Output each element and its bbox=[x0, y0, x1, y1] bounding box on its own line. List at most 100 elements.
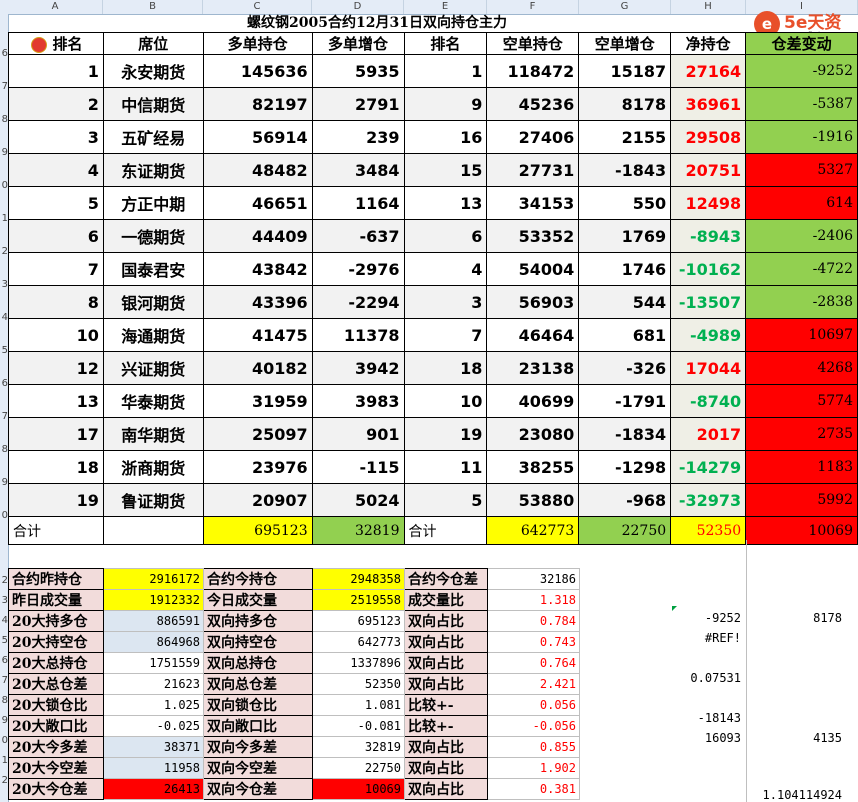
cell-short-chg[interactable]: -326 bbox=[578, 351, 672, 385]
summary-value[interactable]: 22750 bbox=[312, 757, 405, 779]
header-cell-short-pos[interactable]: 空单持仓 bbox=[486, 32, 580, 55]
cell-long-pos[interactable]: 40182 bbox=[202, 351, 313, 385]
cell-short-chg[interactable]: 1769 bbox=[578, 219, 672, 253]
cell-diff[interactable]: 5992 bbox=[745, 483, 858, 517]
cell-diff[interactable]: 2735 bbox=[745, 417, 858, 451]
cell-total-net[interactable]: 52350 bbox=[670, 516, 747, 545]
header-cell-diff[interactable]: 仓差变动 bbox=[745, 32, 858, 55]
cell-short-chg[interactable]: 681 bbox=[578, 318, 672, 352]
cell-rank-long[interactable]: 7 bbox=[8, 252, 104, 286]
row-number[interactable]: 6 bbox=[0, 378, 8, 390]
header-cell-long-pos[interactable]: 多单持仓 bbox=[202, 32, 313, 55]
cell-long-pos[interactable]: 25097 bbox=[202, 417, 313, 451]
row-number[interactable]: 4 bbox=[0, 312, 8, 324]
header-cell-seat[interactable]: 席位 bbox=[102, 32, 204, 55]
cell-diff[interactable]: 5327 bbox=[745, 153, 858, 187]
summary-label[interactable]: 合约昨持仓 bbox=[8, 568, 104, 590]
summary-label[interactable]: 20大总持仓 bbox=[8, 652, 104, 674]
cell-rank-long[interactable]: 12 bbox=[8, 351, 104, 385]
cell-long-pos[interactable]: 41475 bbox=[202, 318, 313, 352]
cell-side-value-h[interactable]: 0.07531 bbox=[671, 671, 741, 685]
summary-value[interactable]: 1.318 bbox=[487, 589, 580, 611]
cell-net[interactable]: -8943 bbox=[670, 219, 747, 253]
header-cell-rank-long[interactable]: 排名 bbox=[8, 32, 104, 55]
cell-total-diff[interactable]: 10069 bbox=[745, 516, 858, 545]
cell-rank-short[interactable]: 13 bbox=[403, 186, 488, 220]
summary-label[interactable]: 双向占比 bbox=[404, 673, 488, 695]
cell-seat[interactable]: 华泰期货 bbox=[102, 384, 204, 418]
cell-diff[interactable]: -2838 bbox=[745, 285, 858, 319]
cell-rank-long[interactable]: 17 bbox=[8, 417, 104, 451]
summary-label[interactable]: 20大今多差 bbox=[8, 736, 104, 758]
row-number[interactable]: 5 bbox=[0, 635, 8, 647]
cell-short-chg[interactable]: -1298 bbox=[578, 450, 672, 484]
column-header-e[interactable]: E bbox=[404, 0, 487, 14]
cell-short-pos[interactable]: 53352 bbox=[486, 219, 580, 253]
cell-long-chg[interactable]: 3484 bbox=[311, 153, 405, 187]
summary-value[interactable]: 1.081 bbox=[312, 694, 405, 716]
column-header-h[interactable]: H bbox=[671, 0, 746, 14]
cell-long-pos[interactable]: 20907 bbox=[202, 483, 313, 517]
cell-net[interactable]: 36961 bbox=[670, 87, 747, 121]
cell-short-pos[interactable]: 27406 bbox=[486, 120, 580, 154]
summary-value[interactable]: 11958 bbox=[103, 757, 204, 779]
summary-value[interactable]: -0.056 bbox=[487, 715, 580, 737]
column-header-g[interactable]: G bbox=[579, 0, 671, 14]
summary-label[interactable]: 双向占比 bbox=[404, 610, 488, 632]
cell-total-label2[interactable]: 合计 bbox=[403, 516, 488, 545]
summary-value[interactable]: 0.056 bbox=[487, 694, 580, 716]
cell-total-short-pos[interactable]: 642773 bbox=[486, 516, 580, 545]
cell-total-long-chg[interactable]: 32819 bbox=[311, 516, 405, 545]
cell-seat[interactable]: 银河期货 bbox=[102, 285, 204, 319]
summary-value[interactable]: 864968 bbox=[103, 631, 204, 653]
column-header-b[interactable]: B bbox=[103, 0, 203, 14]
summary-value[interactable]: 0.743 bbox=[487, 631, 580, 653]
cell-short-chg[interactable]: 1746 bbox=[578, 252, 672, 286]
cell-long-chg[interactable]: 239 bbox=[311, 120, 405, 154]
cell-short-chg[interactable]: -1834 bbox=[578, 417, 672, 451]
cell-seat[interactable]: 国泰君安 bbox=[102, 252, 204, 286]
cell-side-value-h[interactable]: -18143 bbox=[671, 711, 741, 725]
summary-label[interactable]: 20大持空仓 bbox=[8, 631, 104, 653]
cell-seat[interactable]: 东证期货 bbox=[102, 153, 204, 187]
summary-label[interactable]: 成交量比 bbox=[404, 589, 488, 611]
cell-rank-short[interactable]: 16 bbox=[403, 120, 488, 154]
column-header-c[interactable]: C bbox=[203, 0, 312, 14]
row-number[interactable]: 3 bbox=[0, 595, 8, 607]
cell-short-pos[interactable]: 40699 bbox=[486, 384, 580, 418]
column-header-a[interactable]: A bbox=[8, 0, 103, 14]
summary-label[interactable]: 双向总仓差 bbox=[203, 673, 313, 695]
summary-value[interactable]: -0.081 bbox=[312, 715, 405, 737]
cell-rank-short[interactable]: 1 bbox=[403, 54, 488, 88]
cell-long-pos[interactable]: 23976 bbox=[202, 450, 313, 484]
summary-value[interactable]: -0.025 bbox=[103, 715, 204, 737]
row-number[interactable]: 0 bbox=[0, 510, 8, 522]
cell-seat[interactable]: 浙商期货 bbox=[102, 450, 204, 484]
cell-rank-short[interactable]: 5 bbox=[403, 483, 488, 517]
cell-short-chg[interactable]: 15187 bbox=[578, 54, 672, 88]
cell-short-chg[interactable]: 550 bbox=[578, 186, 672, 220]
row-number[interactable]: 8 bbox=[0, 695, 8, 707]
row-number[interactable]: 8 bbox=[0, 114, 8, 126]
cell-long-pos[interactable]: 48482 bbox=[202, 153, 313, 187]
summary-value[interactable]: 32186 bbox=[487, 568, 580, 590]
row-number[interactable]: 2 bbox=[0, 775, 8, 787]
summary-label[interactable]: 双向持多仓 bbox=[203, 610, 313, 632]
cell-short-chg[interactable]: 2155 bbox=[578, 120, 672, 154]
cell-seat[interactable]: 五矿经易 bbox=[102, 120, 204, 154]
cell-short-chg[interactable]: -968 bbox=[578, 483, 672, 517]
summary-label[interactable]: 合约今持仓 bbox=[203, 568, 313, 590]
cell-diff[interactable]: -5387 bbox=[745, 87, 858, 121]
cell-long-chg[interactable]: -2294 bbox=[311, 285, 405, 319]
summary-label[interactable]: 20大持多仓 bbox=[8, 610, 104, 632]
summary-value[interactable]: 642773 bbox=[312, 631, 405, 653]
cell-rank-long[interactable]: 5 bbox=[8, 186, 104, 220]
summary-label[interactable]: 20大今仓差 bbox=[8, 778, 104, 800]
cell-short-pos[interactable]: 23138 bbox=[486, 351, 580, 385]
cell-short-pos[interactable]: 45236 bbox=[486, 87, 580, 121]
summary-value[interactable]: 1912332 bbox=[103, 589, 204, 611]
summary-value[interactable]: 2519558 bbox=[312, 589, 405, 611]
header-cell-short-chg[interactable]: 空单增仓 bbox=[578, 32, 672, 55]
cell-side-value-i[interactable]: 8178 bbox=[746, 611, 842, 625]
summary-value[interactable]: 21623 bbox=[103, 673, 204, 695]
